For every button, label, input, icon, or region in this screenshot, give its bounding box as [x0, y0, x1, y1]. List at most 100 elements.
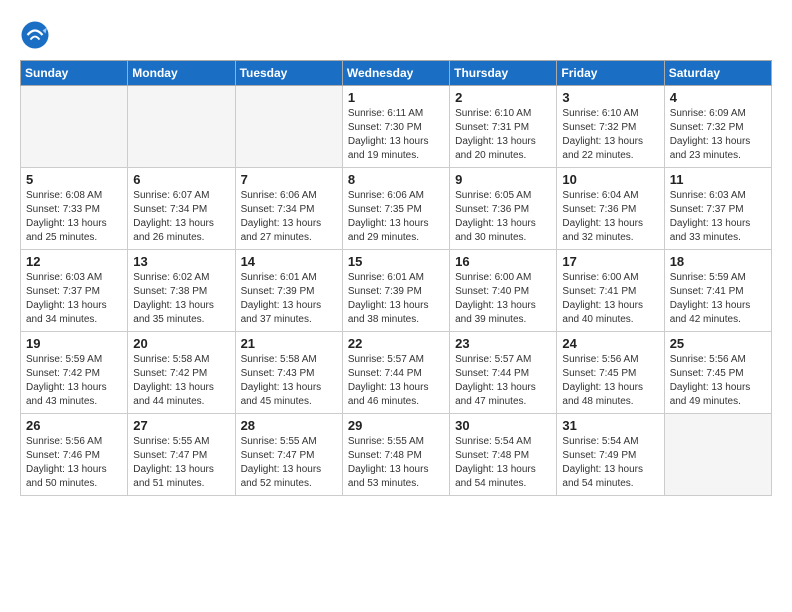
- calendar-cell: 25 Sunrise: 5:56 AMSunset: 7:45 PMDayligh…: [664, 332, 771, 414]
- day-number: 14: [241, 254, 337, 269]
- calendar-cell: 9 Sunrise: 6:05 AMSunset: 7:36 PMDaylight…: [450, 168, 557, 250]
- calendar-cell: 22 Sunrise: 5:57 AMSunset: 7:44 PMDayligh…: [342, 332, 449, 414]
- calendar-cell: 6 Sunrise: 6:07 AMSunset: 7:34 PMDaylight…: [128, 168, 235, 250]
- day-info: Sunrise: 5:55 AMSunset: 7:48 PMDaylight:…: [348, 435, 444, 491]
- calendar-body: 1 Sunrise: 6:11 AMSunset: 7:30 PMDaylight…: [21, 86, 772, 496]
- day-info: Sunrise: 6:04 AMSunset: 7:36 PMDaylight:…: [562, 189, 658, 245]
- day-info: Sunrise: 5:56 AMSunset: 7:46 PMDaylight:…: [26, 435, 122, 491]
- calendar-week-5: 26 Sunrise: 5:56 AMSunset: 7:46 PMDayligh…: [21, 414, 772, 496]
- calendar-cell: 19Sunrise: 5:59 AMSunset: 7:42 PMDayligh…: [21, 332, 128, 414]
- calendar-week-3: 12 Sunrise: 6:03 AMSunset: 7:37 PMDayligh…: [21, 250, 772, 332]
- day-info: Sunrise: 5:54 AMSunset: 7:48 PMDaylight:…: [455, 435, 551, 491]
- calendar-cell: 28 Sunrise: 5:55 AMSunset: 7:47 PMDayligh…: [235, 414, 342, 496]
- day-number: 23: [455, 336, 551, 351]
- day-number: 24: [562, 336, 658, 351]
- calendar-cell: 17Sunrise: 6:00 AMSunset: 7:41 PMDayligh…: [557, 250, 664, 332]
- calendar-cell: 18Sunrise: 5:59 AMSunset: 7:41 PMDayligh…: [664, 250, 771, 332]
- day-number: 18: [670, 254, 766, 269]
- day-number: 12: [26, 254, 122, 269]
- calendar-cell: 3 Sunrise: 6:10 AMSunset: 7:32 PMDaylight…: [557, 86, 664, 168]
- day-number: 17: [562, 254, 658, 269]
- column-header-monday: Monday: [128, 61, 235, 86]
- calendar-week-2: 5 Sunrise: 6:08 AMSunset: 7:33 PMDaylight…: [21, 168, 772, 250]
- day-info: Sunrise: 6:11 AMSunset: 7:30 PMDaylight:…: [348, 107, 444, 163]
- day-number: 13: [133, 254, 229, 269]
- day-number: 2: [455, 90, 551, 105]
- column-header-thursday: Thursday: [450, 61, 557, 86]
- day-info: Sunrise: 6:03 AMSunset: 7:37 PMDaylight:…: [26, 271, 122, 327]
- day-info: Sunrise: 6:08 AMSunset: 7:33 PMDaylight:…: [26, 189, 122, 245]
- day-info: Sunrise: 6:00 AMSunset: 7:40 PMDaylight:…: [455, 271, 551, 327]
- day-info: Sunrise: 6:02 AMSunset: 7:38 PMDaylight:…: [133, 271, 229, 327]
- calendar-cell: 31Sunrise: 5:54 AMSunset: 7:49 PMDayligh…: [557, 414, 664, 496]
- day-number: 11: [670, 172, 766, 187]
- day-info: Sunrise: 6:05 AMSunset: 7:36 PMDaylight:…: [455, 189, 551, 245]
- day-info: Sunrise: 5:59 AMSunset: 7:42 PMDaylight:…: [26, 353, 122, 409]
- day-number: 4: [670, 90, 766, 105]
- calendar-cell: 21 Sunrise: 5:58 AMSunset: 7:43 PMDayligh…: [235, 332, 342, 414]
- day-number: 3: [562, 90, 658, 105]
- day-info: Sunrise: 6:01 AMSunset: 7:39 PMDaylight:…: [241, 271, 337, 327]
- day-number: 7: [241, 172, 337, 187]
- column-header-friday: Friday: [557, 61, 664, 86]
- day-info: Sunrise: 6:10 AMSunset: 7:32 PMDaylight:…: [562, 107, 658, 163]
- day-number: 8: [348, 172, 444, 187]
- calendar-cell: 5 Sunrise: 6:08 AMSunset: 7:33 PMDaylight…: [21, 168, 128, 250]
- calendar-cell: 24 Sunrise: 5:56 AMSunset: 7:45 PMDayligh…: [557, 332, 664, 414]
- calendar-cell: 30 Sunrise: 5:54 AMSunset: 7:48 PMDayligh…: [450, 414, 557, 496]
- day-info: Sunrise: 5:55 AMSunset: 7:47 PMDaylight:…: [241, 435, 337, 491]
- calendar-cell: 26 Sunrise: 5:56 AMSunset: 7:46 PMDayligh…: [21, 414, 128, 496]
- calendar-cell: 2 Sunrise: 6:10 AMSunset: 7:31 PMDaylight…: [450, 86, 557, 168]
- calendar-cell: 4 Sunrise: 6:09 AMSunset: 7:32 PMDaylight…: [664, 86, 771, 168]
- day-number: 26: [26, 418, 122, 433]
- day-info: Sunrise: 6:10 AMSunset: 7:31 PMDaylight:…: [455, 107, 551, 163]
- day-number: 5: [26, 172, 122, 187]
- day-info: Sunrise: 6:03 AMSunset: 7:37 PMDaylight:…: [670, 189, 766, 245]
- day-number: 25: [670, 336, 766, 351]
- day-number: 15: [348, 254, 444, 269]
- day-number: 1: [348, 90, 444, 105]
- day-number: 10: [562, 172, 658, 187]
- day-number: 28: [241, 418, 337, 433]
- logo: [20, 20, 52, 50]
- calendar-cell: 13 Sunrise: 6:02 AMSunset: 7:38 PMDayligh…: [128, 250, 235, 332]
- calendar-cell: 16 Sunrise: 6:00 AMSunset: 7:40 PMDayligh…: [450, 250, 557, 332]
- day-info: Sunrise: 5:57 AMSunset: 7:44 PMDaylight:…: [348, 353, 444, 409]
- calendar-cell: [128, 86, 235, 168]
- calendar-cell: 20Sunrise: 5:58 AMSunset: 7:42 PMDayligh…: [128, 332, 235, 414]
- day-number: 31: [562, 418, 658, 433]
- calendar-cell: 10 Sunrise: 6:04 AMSunset: 7:36 PMDayligh…: [557, 168, 664, 250]
- logo-icon: [20, 20, 50, 50]
- day-info: Sunrise: 6:06 AMSunset: 7:35 PMDaylight:…: [348, 189, 444, 245]
- column-header-sunday: Sunday: [21, 61, 128, 86]
- day-info: Sunrise: 6:09 AMSunset: 7:32 PMDaylight:…: [670, 107, 766, 163]
- day-number: 22: [348, 336, 444, 351]
- day-number: 16: [455, 254, 551, 269]
- calendar-cell: [21, 86, 128, 168]
- calendar-cell: 1 Sunrise: 6:11 AMSunset: 7:30 PMDaylight…: [342, 86, 449, 168]
- calendar-header-row: SundayMondayTuesdayWednesdayThursdayFrid…: [21, 61, 772, 86]
- day-number: 27: [133, 418, 229, 433]
- calendar-cell: [664, 414, 771, 496]
- day-number: 21: [241, 336, 337, 351]
- day-info: Sunrise: 5:55 AMSunset: 7:47 PMDaylight:…: [133, 435, 229, 491]
- column-header-saturday: Saturday: [664, 61, 771, 86]
- day-info: Sunrise: 5:58 AMSunset: 7:43 PMDaylight:…: [241, 353, 337, 409]
- calendar-cell: 12 Sunrise: 6:03 AMSunset: 7:37 PMDayligh…: [21, 250, 128, 332]
- calendar-cell: 15Sunrise: 6:01 AMSunset: 7:39 PMDayligh…: [342, 250, 449, 332]
- day-info: Sunrise: 5:56 AMSunset: 7:45 PMDaylight:…: [670, 353, 766, 409]
- calendar-cell: 29Sunrise: 5:55 AMSunset: 7:48 PMDayligh…: [342, 414, 449, 496]
- column-header-tuesday: Tuesday: [235, 61, 342, 86]
- calendar-cell: 23 Sunrise: 5:57 AMSunset: 7:44 PMDayligh…: [450, 332, 557, 414]
- day-info: Sunrise: 5:56 AMSunset: 7:45 PMDaylight:…: [562, 353, 658, 409]
- day-info: Sunrise: 5:57 AMSunset: 7:44 PMDaylight:…: [455, 353, 551, 409]
- day-info: Sunrise: 6:07 AMSunset: 7:34 PMDaylight:…: [133, 189, 229, 245]
- day-info: Sunrise: 6:06 AMSunset: 7:34 PMDaylight:…: [241, 189, 337, 245]
- page-header: [20, 20, 772, 50]
- day-number: 9: [455, 172, 551, 187]
- day-number: 30: [455, 418, 551, 433]
- calendar-week-1: 1 Sunrise: 6:11 AMSunset: 7:30 PMDaylight…: [21, 86, 772, 168]
- day-number: 6: [133, 172, 229, 187]
- calendar-table: SundayMondayTuesdayWednesdayThursdayFrid…: [20, 60, 772, 496]
- calendar-cell: 14 Sunrise: 6:01 AMSunset: 7:39 PMDayligh…: [235, 250, 342, 332]
